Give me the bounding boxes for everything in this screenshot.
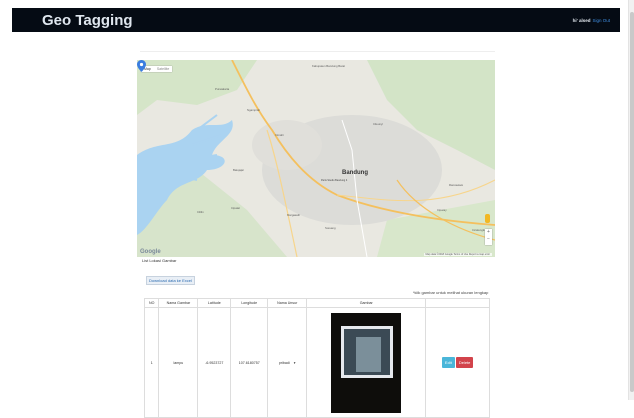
col-gambar: Gambar: [306, 298, 427, 308]
hint-text: *klik gambar untuk melihat ukuran lengka…: [413, 290, 489, 295]
user-box: hi' alsed Sign Out: [573, 18, 610, 23]
map-attribution[interactable]: Map data ©2018 Google Terms of Use Repor…: [423, 253, 492, 256]
col-actions: [425, 298, 490, 308]
col-nama-unsur: Nama Unsur: [267, 298, 308, 308]
image-table: NO Nama Gambar Latitude Longitude Nama U…: [143, 298, 490, 418]
brand-title[interactable]: Geo Tagging: [42, 12, 133, 29]
unsur-select[interactable]: pribadi ▾: [279, 361, 296, 365]
place-label: Batujajar: [233, 168, 245, 172]
cell-latitude: -6.9523727: [197, 307, 232, 418]
cell-actions: Edit Delete: [425, 307, 490, 418]
place-label: Cileunyi: [373, 122, 383, 126]
image-thumbnail[interactable]: [331, 312, 402, 413]
cell-unsur[interactable]: pribadi ▾: [267, 307, 308, 418]
col-longitude: Longitude: [230, 298, 269, 308]
list-title: List Lokasi Gambar: [142, 258, 177, 263]
zoom-in-button[interactable]: +: [485, 229, 492, 236]
col-no: NO: [143, 298, 160, 308]
map-canvas: [137, 60, 495, 257]
zoom-out-button[interactable]: −: [485, 236, 492, 243]
city-label: Bandung: [342, 170, 368, 176]
download-excel-button[interactable]: Download data ke Excel: [146, 276, 195, 285]
navbar: Geo Tagging hi' alsed Sign Out: [12, 8, 620, 32]
delete-button[interactable]: Delete: [455, 357, 474, 368]
col-nama-gambar: Nama Gambar: [158, 298, 199, 308]
place-label: Purwakarta: [215, 87, 230, 91]
signout-link[interactable]: Sign Out: [592, 18, 610, 23]
zoom-control[interactable]: + −: [485, 229, 492, 245]
city-sublabel: Paris Studio Bandung 4: [321, 179, 348, 182]
google-logo: Google: [140, 249, 161, 255]
place-label: Margaasih: [287, 213, 301, 217]
map-view[interactable]: Map Satellite Kabupaten Bandung Barat Pu…: [137, 60, 495, 257]
table-header-row: NO Nama Gambar Latitude Longitude Nama U…: [143, 298, 490, 308]
place-label: Cicalengka: [472, 228, 486, 232]
place-label: Rancaekek: [449, 183, 463, 187]
table-row: 1 lampu -6.9523727 107.6180757 pribadi ▾…: [143, 307, 490, 418]
cell-no: 1: [143, 307, 160, 418]
place-label: Soreang: [325, 226, 336, 230]
pegman-icon[interactable]: [485, 214, 490, 223]
tab-satellite[interactable]: Satellite: [154, 66, 172, 72]
cell-longitude: 107.6180757: [230, 307, 269, 418]
map-pin-icon[interactable]: [137, 60, 146, 72]
place-label: Cimahi: [275, 133, 284, 137]
chevron-down-icon: ▾: [293, 360, 296, 365]
place-label: Cipatat: [231, 206, 240, 210]
place-label: Kabupaten Bandung Barat: [312, 64, 345, 68]
photo-frame: [341, 325, 394, 378]
edit-button[interactable]: Edit: [441, 357, 455, 368]
place-label: Ngamprah: [247, 108, 261, 112]
col-latitude: Latitude: [197, 298, 232, 308]
place-label: Cililin: [197, 210, 204, 214]
cell-nama: lampu: [158, 307, 199, 418]
photo-detail: [356, 336, 382, 372]
page-scrollbar[interactable]: [628, 0, 634, 400]
scrollbar-thumb[interactable]: [630, 12, 634, 392]
cell-gambar[interactable]: [306, 307, 427, 418]
divider: [140, 51, 495, 52]
place-label: Ciparay: [437, 208, 447, 212]
greeting-text: hi' alsed: [572, 17, 591, 23]
unsur-value: pribadi: [278, 360, 290, 365]
